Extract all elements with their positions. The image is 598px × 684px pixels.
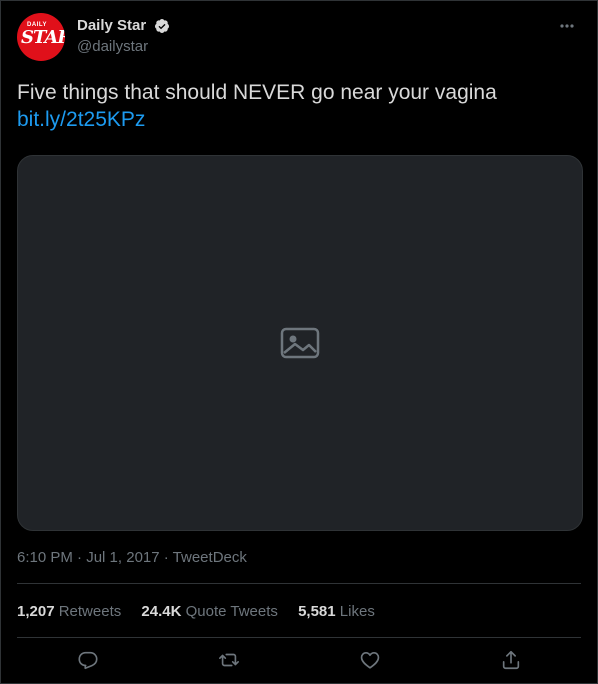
verified-badge-icon	[154, 18, 170, 34]
meta-separator: ·	[159, 549, 173, 566]
divider	[17, 637, 581, 638]
tweet-time[interactable]: 6:10 PM	[17, 549, 73, 566]
tweet-header: DAILY STAR Daily Star @dailystar	[17, 13, 581, 63]
likes-count: 5,581	[298, 603, 336, 620]
account-names: Daily Star @dailystar	[77, 17, 170, 55]
retweets-label: Retweets	[58, 603, 122, 620]
tweet-stats: 1,207 Retweets 24.4K Quote Tweets 5,581 …	[17, 603, 391, 620]
tweet-link[interactable]: bit.ly/2t25KPz	[17, 106, 583, 133]
like-icon	[359, 649, 381, 676]
tweet-client[interactable]: TweetDeck	[173, 549, 247, 566]
image-icon	[276, 319, 324, 367]
more-horizontal-icon[interactable]	[555, 17, 579, 35]
account-handle[interactable]: @dailystar	[77, 38, 170, 55]
share-button[interactable]	[493, 647, 529, 677]
retweets-stat[interactable]: 1,207 Retweets	[17, 603, 121, 620]
like-button[interactable]	[352, 647, 388, 677]
retweet-icon	[218, 649, 240, 676]
tweet-meta: 6:10 PM · Jul 1, 2017 · TweetDeck	[17, 549, 247, 566]
tweet-text: Five things that should NEVER go near yo…	[17, 79, 583, 133]
tweet-card: DAILY STAR Daily Star @dailystar Five th…	[0, 0, 598, 684]
avatar[interactable]: DAILY STAR	[17, 13, 65, 61]
share-icon	[500, 649, 522, 676]
likes-label: Likes	[339, 603, 375, 620]
quote-tweets-stat[interactable]: 24.4K Quote Tweets	[141, 603, 277, 620]
retweet-button[interactable]	[211, 647, 247, 677]
tweet-date[interactable]: Jul 1, 2017	[86, 549, 159, 566]
quote-tweets-count: 24.4K	[141, 603, 182, 620]
display-name[interactable]: Daily Star	[77, 17, 146, 34]
likes-stat[interactable]: 5,581 Likes	[298, 603, 375, 620]
retweets-count: 1,207	[17, 603, 55, 620]
action-bar	[17, 647, 581, 677]
quote-tweets-label: Quote Tweets	[185, 603, 278, 620]
reply-icon	[77, 649, 99, 676]
logo-big-text: STAR	[21, 27, 65, 48]
media-placeholder[interactable]	[17, 155, 583, 531]
tweet-body: Five things that should NEVER go near yo…	[17, 81, 497, 104]
meta-separator: ·	[72, 549, 87, 566]
divider	[17, 583, 581, 584]
reply-button[interactable]	[70, 647, 106, 677]
